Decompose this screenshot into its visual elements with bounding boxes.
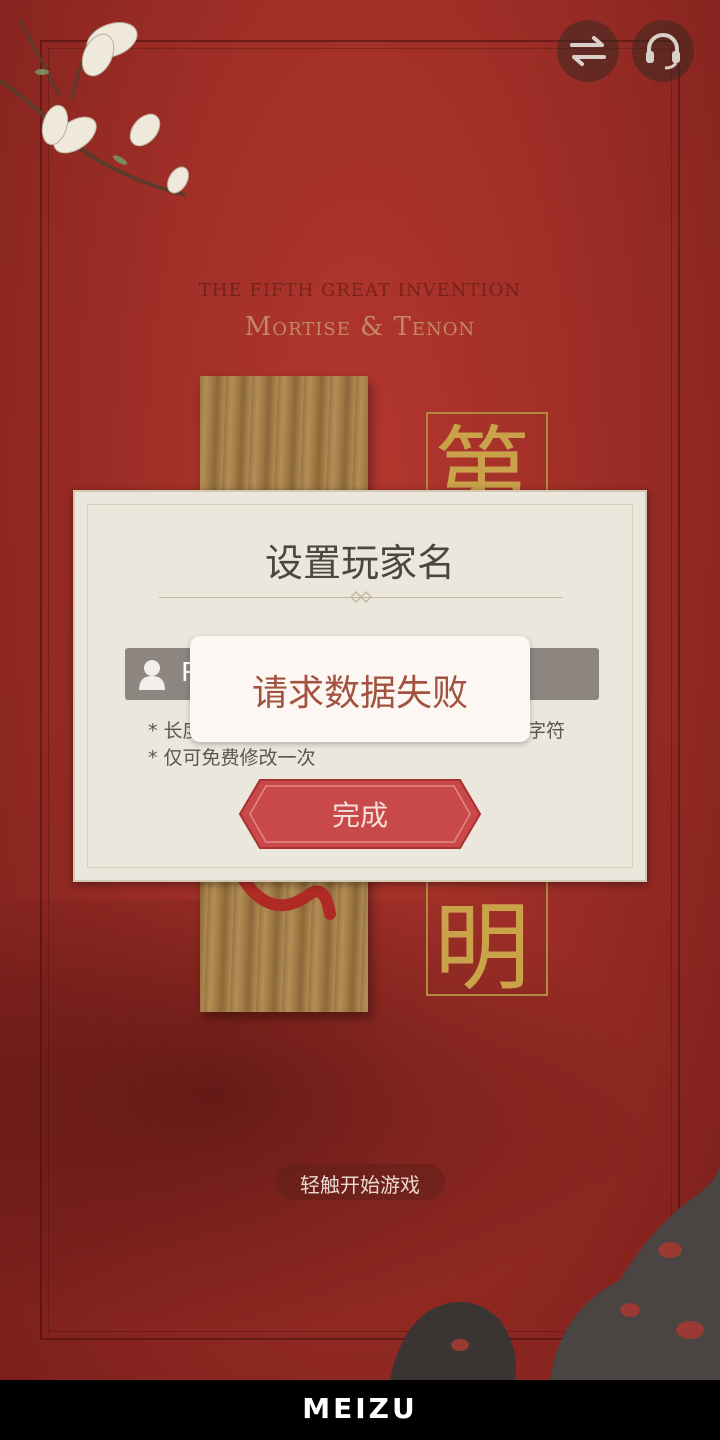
switch-arrows-icon	[570, 36, 606, 66]
game-screen[interactable]: THE FIFTH GREAT INVENTION Mortise & Teno…	[0, 0, 720, 1380]
game-tagline: THE FIFTH GREAT INVENTION	[198, 280, 522, 301]
error-toast-message: 请求数据失败	[251, 673, 468, 714]
customer-support-button[interactable]	[632, 20, 694, 82]
device-brand-logo: MEIZU	[302, 1392, 418, 1425]
user-icon	[139, 660, 165, 690]
free-change-hint: * 仅可免费修改一次	[148, 747, 316, 769]
done-button[interactable]: 完成	[238, 778, 482, 850]
dialog-title: 设置玩家名	[264, 541, 455, 585]
error-toast: 请求数据失败	[190, 636, 530, 742]
magnolia-branch-decoration	[0, 19, 189, 197]
calligraphy-char-bottom: 明	[434, 892, 530, 1004]
game-title-english: Mortise & Tenon	[244, 312, 476, 342]
length-hint-end: 字符	[526, 720, 565, 742]
system-navigation-bar: MEIZU	[0, 1380, 720, 1440]
calligraphy-panel-bottom: 明	[426, 882, 548, 1004]
tap-to-start[interactable]: 轻触开始游戏	[275, 1164, 445, 1200]
tap-to-start-label: 轻触开始游戏	[300, 1173, 420, 1197]
divider-ornament	[350, 591, 372, 603]
headset-icon	[646, 33, 680, 70]
diamond-ornament-icon	[350, 591, 372, 603]
done-button-label: 完成	[331, 799, 388, 832]
switch-account-button[interactable]	[557, 20, 619, 82]
